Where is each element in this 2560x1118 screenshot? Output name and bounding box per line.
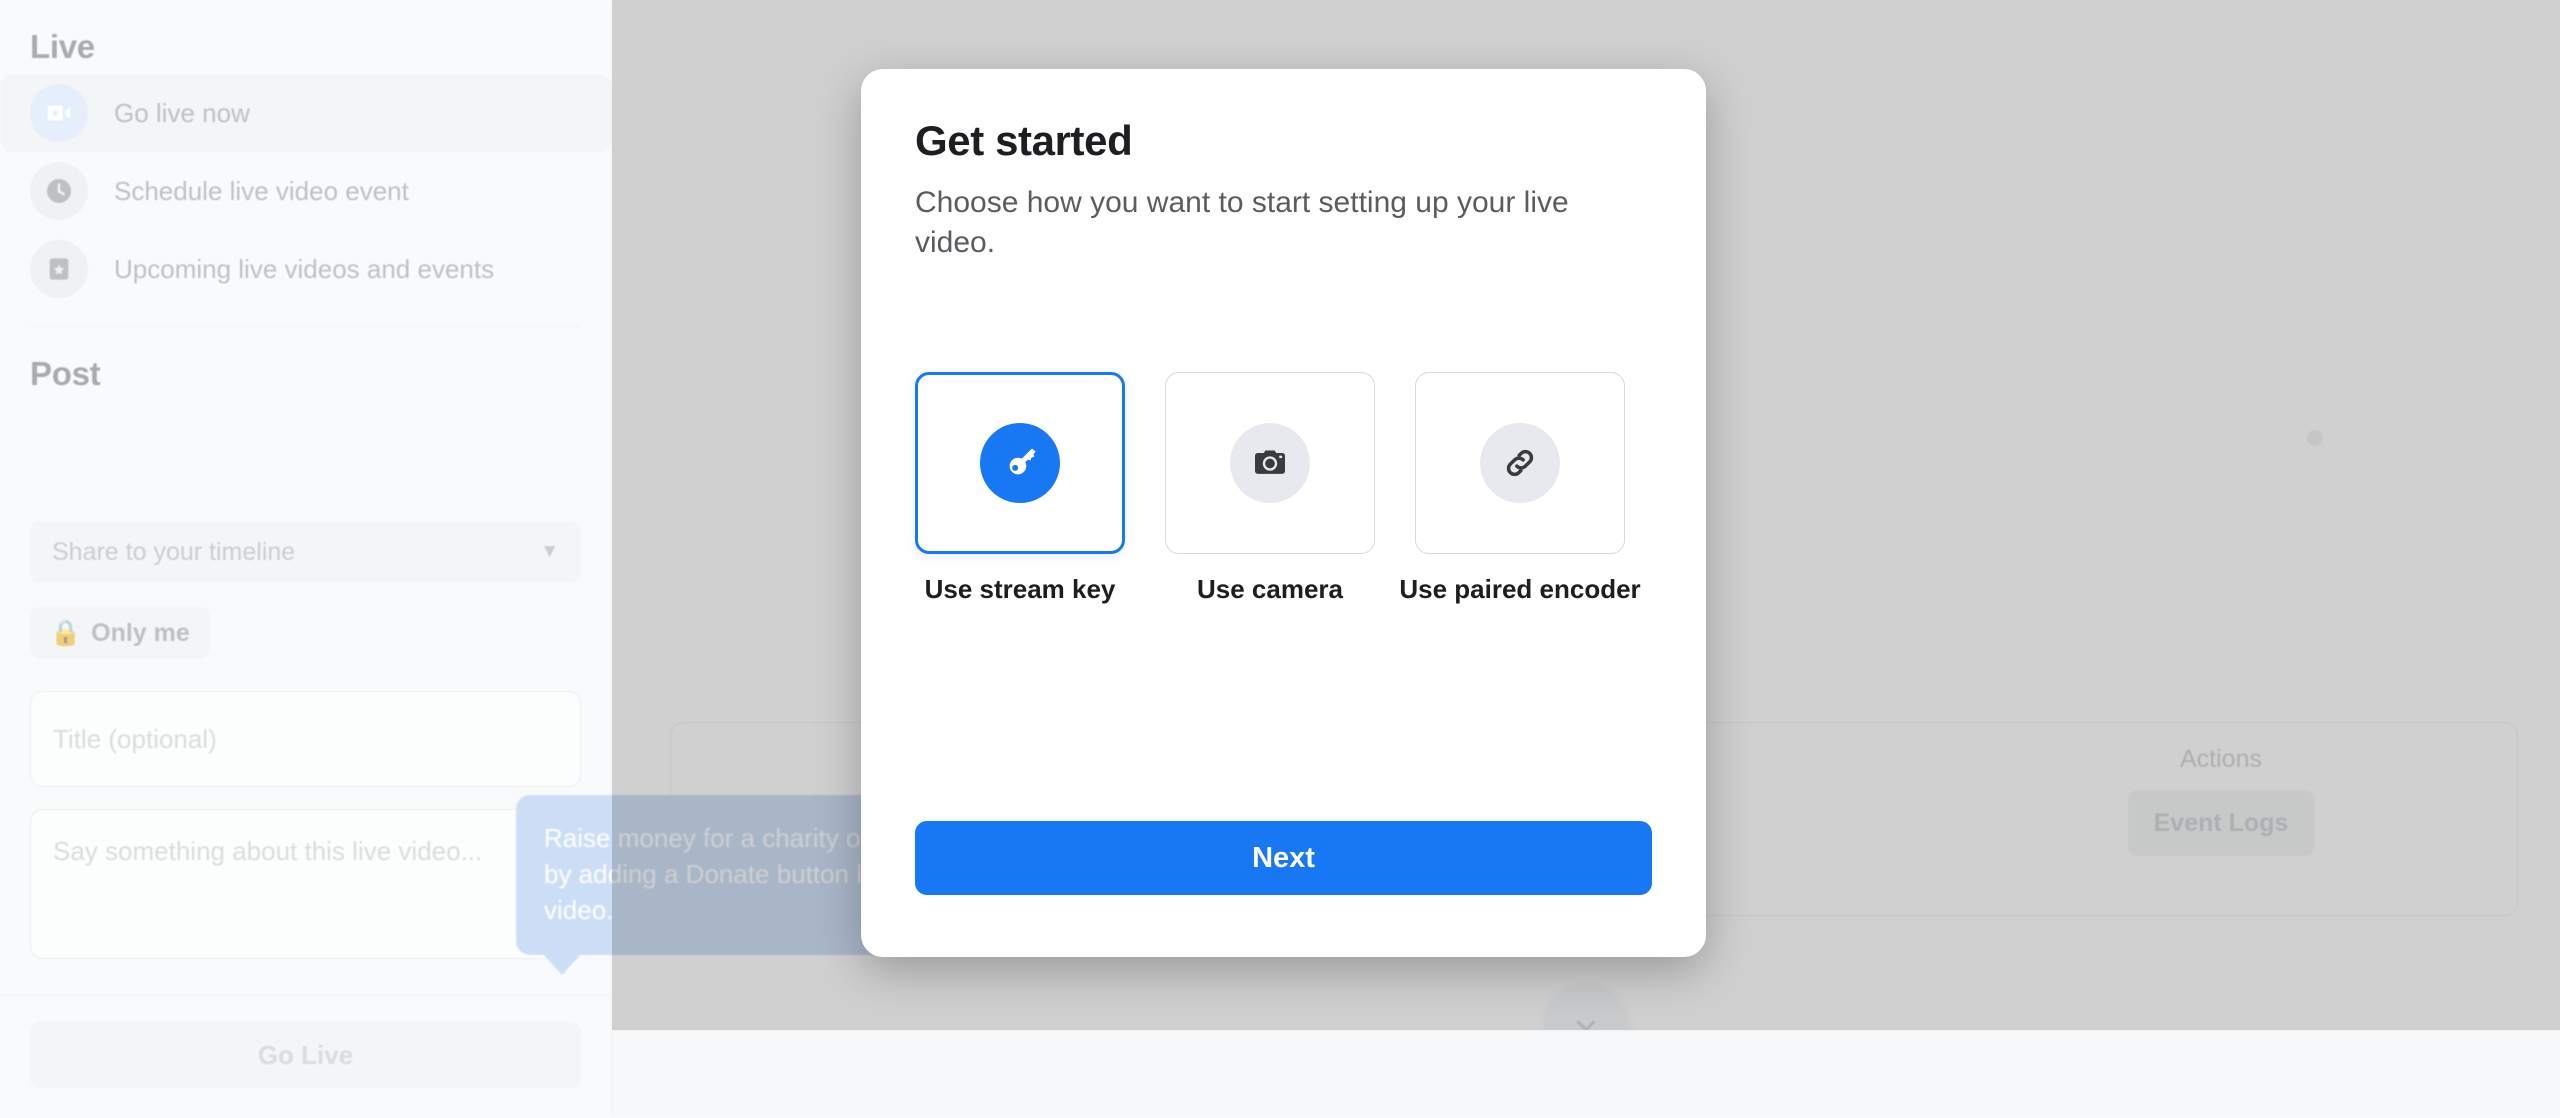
go-live-button[interactable]: Go Live: [30, 1022, 581, 1088]
link-icon: [1506, 450, 1534, 477]
sidebar-item-label: Schedule live video event: [114, 175, 409, 206]
sidebar-item-label: Upcoming live videos and events: [114, 253, 495, 284]
chevron-down-icon: ▼: [540, 541, 559, 562]
option-box: [1415, 372, 1625, 555]
privacy-badge[interactable]: 🔒 Only me: [30, 607, 210, 659]
option-icon-wrap: [980, 423, 1060, 504]
option-use-paired-encoder[interactable]: Use paired encoder: [1399, 372, 1641, 605]
description-input-placeholder: Say something about this live video...: [53, 836, 483, 866]
option-box: [1165, 372, 1375, 555]
sidebar-item-go-live-now[interactable]: Go live now: [0, 74, 611, 152]
dialog-title: Get started: [915, 117, 1133, 164]
camera-icon: [1255, 450, 1285, 475]
dialog-subtitle: Choose how you want to start setting up …: [915, 186, 1569, 259]
setup-option-list: Use stream key Use camera Use paired enc…: [915, 372, 1652, 605]
sidebar-item-schedule-live-video-event[interactable]: Schedule live video event: [0, 152, 611, 230]
sidebar-section-title-post: Post: [30, 355, 101, 392]
dialog-spacer: [915, 605, 1652, 821]
main-footer-bar: [612, 1030, 2560, 1118]
get-started-dialog: Get started Choose how you want to start…: [861, 69, 1706, 957]
sidebar-footer: Go Live: [0, 995, 611, 1118]
key-icon: [1009, 448, 1036, 475]
option-icon-wrap: [1230, 423, 1310, 504]
sidebar-item-upcoming-live-videos-and-events[interactable]: Upcoming live videos and events: [0, 230, 611, 308]
sidebar-item-label: Go live now: [114, 97, 250, 128]
audience-select-value: Share to your timeline: [52, 537, 296, 566]
sidebar-section-title-live: Live: [30, 28, 95, 65]
privacy-badge-label: Only me: [91, 618, 190, 647]
option-label: Use paired encoder: [1399, 574, 1641, 605]
option-label: Use stream key: [924, 574, 1116, 605]
option-icon-wrap: [1480, 423, 1560, 504]
description-input[interactable]: Say something about this live video...: [30, 809, 581, 959]
title-input[interactable]: Title (optional): [30, 691, 581, 787]
lock-icon: 🔒: [50, 618, 82, 647]
option-use-stream-key[interactable]: Use stream key: [915, 372, 1125, 605]
next-button[interactable]: Next: [915, 821, 1652, 895]
live-producer-screen: Live Go live now Schedule live video eve…: [0, 0, 2560, 1118]
option-use-camera[interactable]: Use camera: [1165, 372, 1375, 605]
option-label: Use camera: [1197, 574, 1343, 605]
title-input-placeholder: Title (optional): [53, 723, 217, 754]
video-camera-icon: [30, 84, 88, 142]
option-box: [915, 372, 1125, 555]
ticket-star-icon: [30, 240, 88, 298]
audience-select[interactable]: Share to your timeline ▼: [30, 521, 581, 583]
clock-icon: [30, 162, 88, 220]
